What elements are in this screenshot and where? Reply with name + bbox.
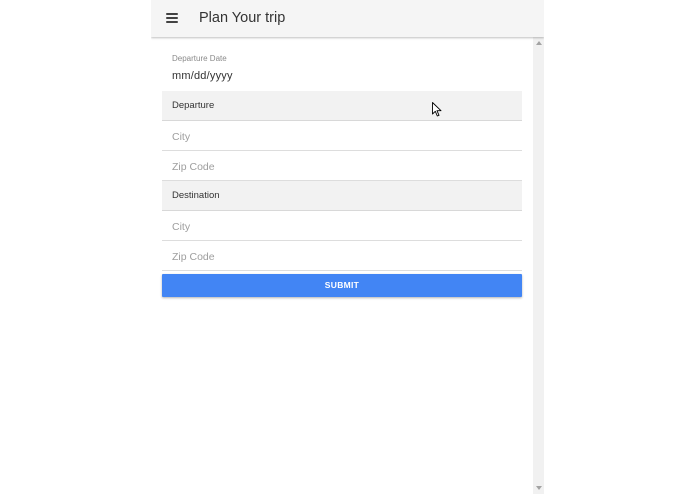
departure-zip-placeholder: Zip Code — [172, 161, 215, 173]
destination-section-label: Destination — [172, 190, 220, 201]
departure-section-header: Departure — [162, 91, 522, 121]
departure-city-placeholder: City — [172, 131, 191, 143]
trip-form: Departure Date mm/dd/yyyy Departure City… — [151, 37, 533, 494]
menu-icon-line — [166, 21, 178, 23]
destination-zip-placeholder: Zip Code — [172, 251, 215, 263]
destination-city-placeholder: City — [172, 221, 191, 233]
destination-section-header: Destination — [162, 181, 522, 211]
app-bar: Plan Your trip — [151, 0, 544, 37]
mouse-pointer-icon — [432, 102, 442, 117]
app-window: Plan Your trip Departure Date mm/dd/yyyy… — [151, 0, 544, 494]
departure-date-label: Departure Date — [172, 54, 227, 63]
departure-zip-input[interactable]: Zip Code — [162, 151, 522, 181]
page-title: Plan Your trip — [199, 10, 286, 26]
destination-city-input[interactable]: City — [162, 211, 522, 241]
departure-city-input[interactable]: City — [162, 121, 522, 151]
hamburger-menu-icon[interactable] — [166, 13, 178, 23]
departure-date-input[interactable]: mm/dd/yyyy — [172, 70, 472, 84]
menu-icon-line — [166, 13, 178, 15]
scroll-up-icon[interactable] — [536, 41, 542, 45]
submit-button[interactable]: SUBMIT — [162, 274, 522, 297]
departure-section-label: Departure — [172, 100, 215, 111]
vertical-scrollbar[interactable] — [533, 37, 544, 494]
scroll-down-icon[interactable] — [536, 486, 542, 490]
menu-icon-line — [166, 17, 178, 19]
destination-zip-input[interactable]: Zip Code — [162, 241, 522, 271]
